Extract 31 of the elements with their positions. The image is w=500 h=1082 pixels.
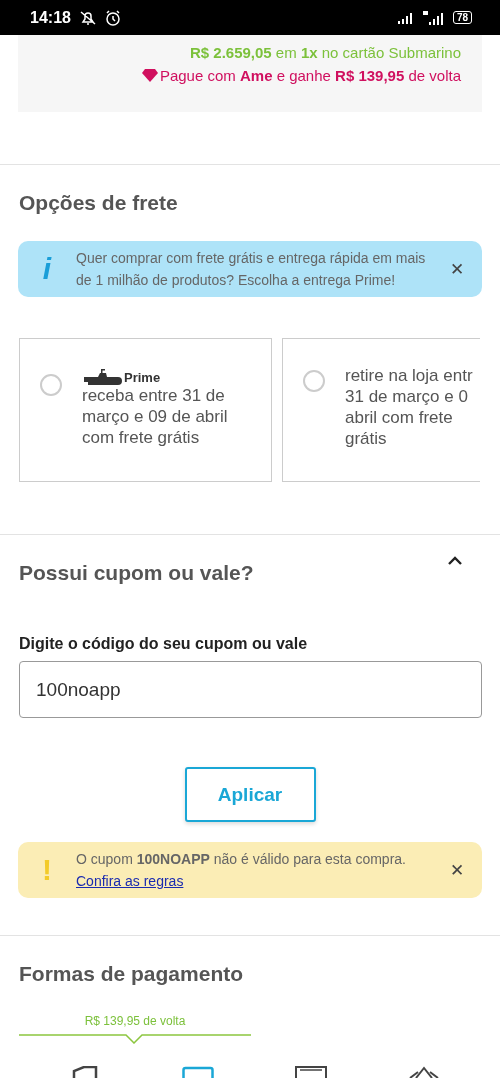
- banner-text: Quer comprar com frete grátis e entrega rápida em mais de 1 milhão de produtos? Escolha a entrega Prime!: [76, 249, 427, 290]
- close-button[interactable]: ✕: [450, 258, 464, 280]
- radio-button[interactable]: [40, 374, 62, 396]
- submarine-icon: [82, 369, 124, 385]
- card-offer-text: R$ 2.659,05 em 1x no cartão Submarino: [189, 44, 461, 61]
- section-title: Possui cupom ou vale?: [19, 561, 254, 585]
- info-icon: i: [38, 258, 56, 280]
- signal-icon: [396, 11, 415, 24]
- radio-button[interactable]: [303, 370, 325, 392]
- clock: 14:18: [30, 8, 71, 27]
- prime-label: Prime: [124, 370, 161, 385]
- muted-bell-icon: [78, 9, 97, 26]
- close-button[interactable]: ✕: [450, 859, 464, 881]
- ame-offer-text: Pague com Ame e ganhe R$ 139,95 de volta: [159, 67, 461, 84]
- warning-icon: !: [38, 859, 56, 881]
- battery-indicator: 78: [452, 11, 472, 24]
- cashback-label: R$ 139,95 de volta: [84, 1014, 186, 1028]
- shipping-option-card[interactable]: retire na loja entr 31 de março e 0 abril com frete grátis: [282, 338, 480, 482]
- option-text: retire na loja entr 31 de março e 0 abril com frete grátis: [345, 365, 473, 449]
- chevron-icon[interactable]: [448, 555, 462, 565]
- warning-text: O cupom 100NOAPP não é válido para esta compra. Confira as regras: [76, 850, 407, 891]
- option-text: receba entre 31 de março e 09 de abril com frete grátis: [82, 385, 228, 448]
- alarm-icon: [104, 9, 121, 26]
- heart-icon: [141, 69, 158, 82]
- section-title: Opções de frete: [19, 191, 179, 215]
- signal-icon: [422, 10, 445, 25]
- section-title: Formas de pagamento: [19, 962, 245, 986]
- coupon-input-field[interactable]: 100noapp: [19, 661, 482, 718]
- rules-link[interactable]: Confira as regras: [76, 873, 184, 889]
- shipping-option-card[interactable]: Prime receba entre 31 de março e 09 de abril com frete grátis: [19, 338, 272, 482]
- field-label: Digite o código do seu cupom ou vale: [19, 635, 309, 653]
